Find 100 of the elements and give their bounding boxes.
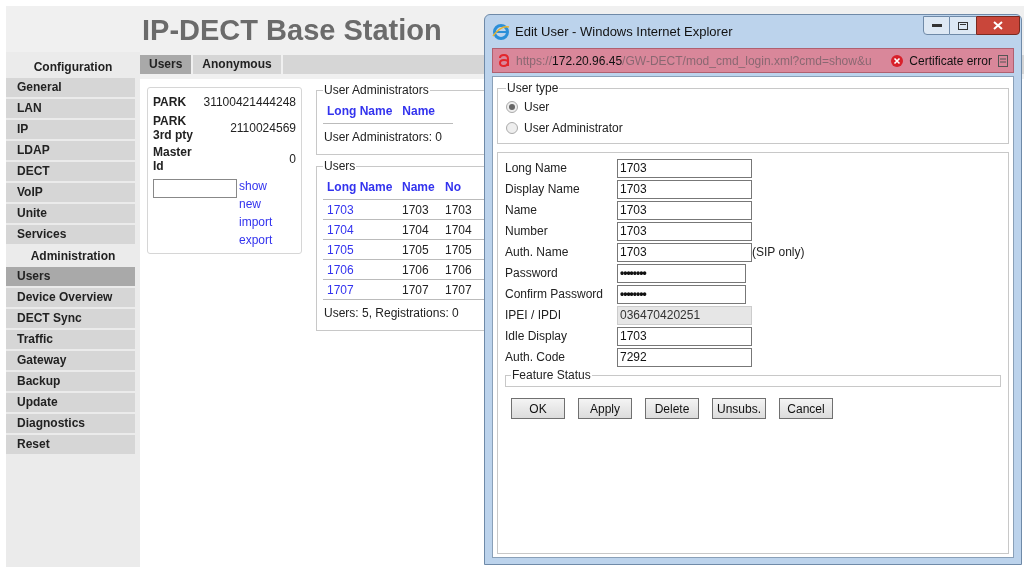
group-legend: Users xyxy=(323,157,357,175)
field-label: Long Name xyxy=(505,160,569,177)
user-link[interactable]: 1703 xyxy=(327,200,402,219)
sidebar-item[interactable]: Gateway xyxy=(6,351,135,370)
sidebar-item[interactable]: Users xyxy=(6,267,135,286)
sidebar-item[interactable]: Backup xyxy=(6,372,135,391)
table-cell-text: 1704 xyxy=(445,221,473,239)
column-header[interactable]: Name xyxy=(402,178,445,196)
sidebar-item[interactable]: Update xyxy=(6,393,135,412)
sidebar-item[interactable]: VoIP xyxy=(6,183,135,202)
column-header[interactable]: Long Name xyxy=(327,102,393,120)
page-report-icon xyxy=(998,54,1008,67)
action-link[interactable]: import xyxy=(239,215,273,230)
group-legend: Feature Status xyxy=(511,366,592,384)
action-link[interactable]: show xyxy=(239,179,273,194)
dialog-button[interactable]: OK xyxy=(511,398,565,419)
input-field[interactable]: 1703 xyxy=(617,221,752,241)
dialog-button[interactable]: Cancel xyxy=(779,398,833,419)
input-field[interactable]: •••••••• xyxy=(617,284,746,304)
sidebar-item[interactable]: Device Overview xyxy=(6,288,135,307)
radio-button[interactable] xyxy=(506,122,518,134)
field-label: Number xyxy=(505,223,549,240)
table-cell-text: 1706 xyxy=(445,261,473,279)
radio-label: User xyxy=(524,99,550,116)
field-label: Confirm Password xyxy=(505,286,605,303)
radio-label: User Administrator xyxy=(524,120,623,137)
user-link[interactable]: 1705 xyxy=(327,240,402,259)
page-title: IP-DECT Base Station xyxy=(142,13,442,49)
input-field[interactable]: 1703 xyxy=(617,200,752,220)
table-cell-text: 1704 xyxy=(402,221,430,239)
dialog-button[interactable]: Delete xyxy=(645,398,699,419)
user-link[interactable]: 1704 xyxy=(327,220,402,239)
field-label: Auth. Name xyxy=(505,244,570,261)
sidebar-item[interactable]: Services xyxy=(6,225,135,244)
error-icon xyxy=(891,54,904,67)
input-field[interactable]: •••••••• xyxy=(617,263,746,283)
field-label: Display Name xyxy=(505,181,581,198)
park-label: Master Id xyxy=(153,145,193,173)
field-note: (SIP only) xyxy=(752,244,805,261)
dialog-button[interactable]: Unsubs. xyxy=(712,398,766,419)
sidebar-item[interactable]: Reset xyxy=(6,435,135,454)
sidebar-item[interactable]: Traffic xyxy=(6,330,135,349)
window-title: Edit User - Windows Internet Explorer xyxy=(515,22,733,41)
table-cell-text: 1705 xyxy=(445,241,473,259)
park-value: 31100421444248 xyxy=(203,94,296,111)
table-cell-text: 1705 xyxy=(402,241,430,259)
url-text: https://172.20.96.45/GW-DECT/mod_cmd_login.xml?cmd=show&u xyxy=(516,52,873,70)
group-legend: User type xyxy=(506,79,560,97)
table-cell-text: 1707 xyxy=(445,281,473,299)
input-field[interactable]: 7292 xyxy=(617,347,752,367)
input-field[interactable]: 1703 xyxy=(617,326,752,346)
maximize-button[interactable] xyxy=(950,16,976,35)
sidebar-item[interactable]: Unite xyxy=(6,204,135,223)
close-icon xyxy=(993,21,1003,30)
field-label: Idle Display xyxy=(505,328,569,345)
sidebar-item[interactable]: DECT xyxy=(6,162,135,181)
address-bar[interactable]: https://172.20.96.45/GW-DECT/mod_cmd_login.xml?cmd=show&u Certificate error xyxy=(492,48,1014,73)
tab[interactable]: Anonymous xyxy=(193,55,281,74)
user-link[interactable]: 1706 xyxy=(327,260,402,279)
certificate-error-text[interactable]: Certificate error xyxy=(909,51,992,70)
minimize-button[interactable] xyxy=(923,16,950,35)
column-header[interactable]: Name xyxy=(402,102,436,120)
summary-text: User Administrators: 0 xyxy=(323,129,444,146)
input-field[interactable]: 1703 xyxy=(617,242,752,262)
section-heading: Administration xyxy=(29,248,117,265)
column-header[interactable]: No xyxy=(445,178,488,196)
field-label: Auth. Code xyxy=(505,349,567,366)
tab[interactable]: Users xyxy=(140,55,192,74)
park-value: 0 xyxy=(289,151,296,168)
sidebar-item[interactable]: Diagnostics xyxy=(6,414,135,433)
table-cell-text: 1703 xyxy=(402,201,430,219)
park-label: PARK 3rd pty xyxy=(153,114,194,142)
sidebar-item[interactable]: DECT Sync xyxy=(6,309,135,328)
park-label: PARK xyxy=(153,95,188,109)
close-button[interactable] xyxy=(976,16,1020,35)
table-cell-text: 1706 xyxy=(402,261,430,279)
action-link[interactable]: export xyxy=(239,233,273,248)
restore-icon xyxy=(958,21,968,30)
group-legend: User Administrators xyxy=(323,81,430,99)
field-label: Name xyxy=(505,202,538,219)
user-link[interactable]: 1707 xyxy=(327,280,402,299)
action-link[interactable]: new xyxy=(239,197,273,212)
browser-icon xyxy=(492,22,510,41)
page-icon xyxy=(498,54,510,67)
radio-button[interactable] xyxy=(506,101,518,113)
sidebar-item[interactable]: LAN xyxy=(6,99,135,118)
column-header[interactable]: Long Name xyxy=(327,178,402,196)
search-field[interactable] xyxy=(153,179,237,198)
minimize-icon xyxy=(931,23,942,28)
input-field: 036470420251 xyxy=(617,305,752,325)
park-value: 2110024569 xyxy=(230,120,296,137)
field-label: IPEI / IPDI xyxy=(505,307,562,324)
sidebar-item[interactable]: General xyxy=(6,78,135,97)
section-heading: Configuration xyxy=(32,59,114,76)
table-cell-text: 1703 xyxy=(445,201,473,219)
sidebar-item[interactable]: LDAP xyxy=(6,141,135,160)
input-field[interactable]: 1703 xyxy=(617,158,752,178)
input-field[interactable]: 1703 xyxy=(617,179,752,199)
dialog-button[interactable]: Apply xyxy=(578,398,632,419)
sidebar-item[interactable]: IP xyxy=(6,120,135,139)
